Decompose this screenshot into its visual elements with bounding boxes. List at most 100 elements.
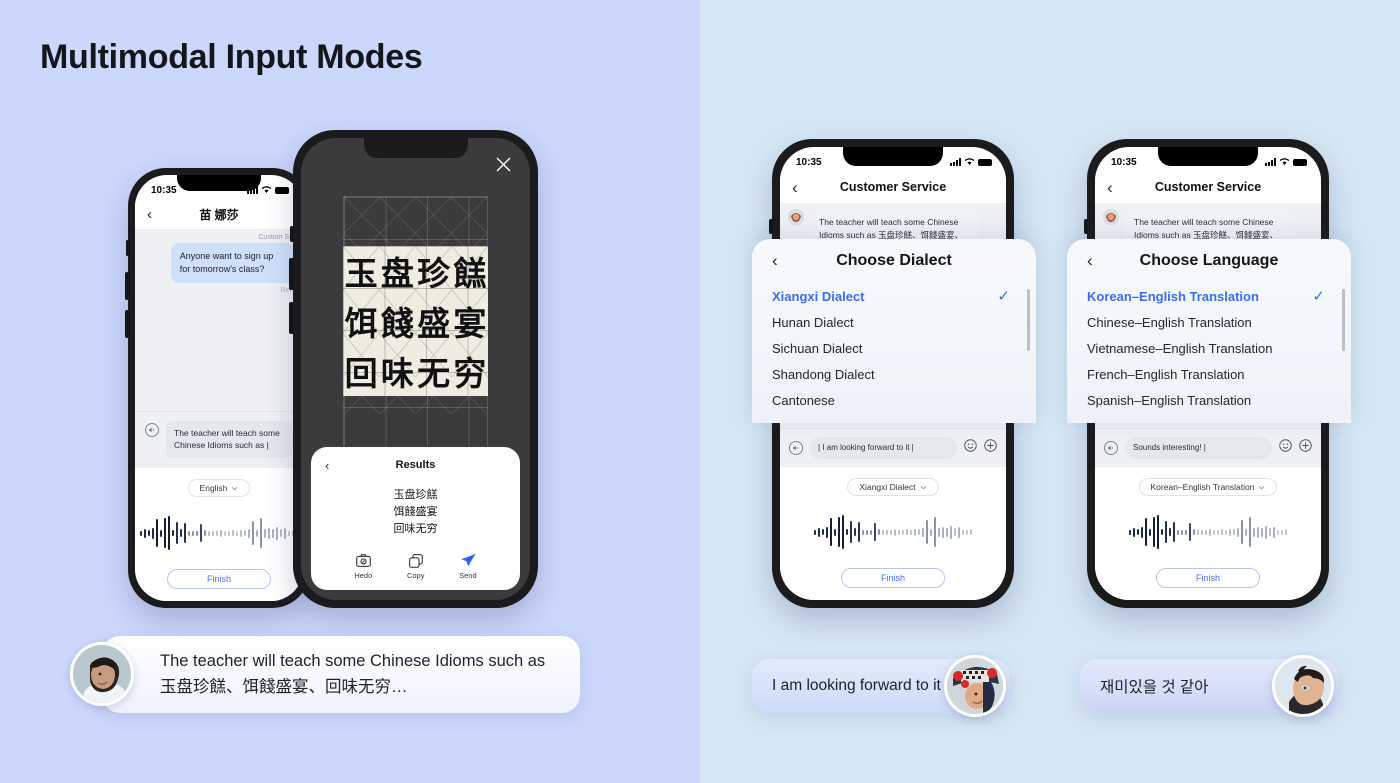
back-button[interactable]: ‹ [792, 179, 810, 196]
choose-language-sheet: ‹ Choose Language Korean–English Transla… [1067, 239, 1351, 423]
hanzi-cell: 餻 [453, 254, 487, 293]
dialect-option-label: Shandong Dialect [772, 366, 875, 382]
callout-text: The teacher will teach some Chinese Idio… [160, 652, 546, 697]
phone-volume-up [125, 272, 129, 300]
language-option[interactable]: Spanish–English Translation [1067, 387, 1351, 413]
camera-icon [354, 551, 372, 570]
sheet-back-button[interactable]: ‹ [772, 251, 778, 271]
hanzi-cell: 盛 [417, 304, 451, 343]
audio-waveform [135, 511, 303, 555]
signal-icon [950, 158, 961, 166]
status-icons [1265, 158, 1307, 166]
girl-hmong-hat-avatar-image [947, 658, 1003, 714]
phone-mute-switch-dialect [769, 219, 773, 234]
send-action[interactable]: Send [459, 551, 477, 580]
back-button[interactable]: ‹ [1107, 179, 1125, 196]
hanzi-cell: 回 [344, 354, 378, 393]
status-time: 10:35 [151, 184, 177, 196]
audio-waveform [780, 510, 1006, 554]
phone-volume-up-dark [289, 258, 294, 290]
finish-button[interactable]: Finish [167, 569, 271, 589]
sheet-back-button[interactable]: ‹ [1087, 251, 1093, 271]
phone-volume-down-dark [289, 302, 294, 334]
phone-notch [177, 175, 261, 191]
redo-label: Hedo [354, 571, 373, 580]
chevron-down-icon [1259, 485, 1265, 489]
check-icon: ✓ [1312, 288, 1325, 305]
language-option[interactable]: French–English Translation [1067, 361, 1351, 387]
audio-waveform [1095, 510, 1321, 554]
dialect-option[interactable]: Shandong Dialect [752, 361, 1036, 387]
plus-icon[interactable] [1299, 439, 1312, 457]
scrollbar[interactable] [1342, 289, 1345, 351]
dialect-option[interactable]: Sichuan Dialect [752, 335, 1036, 361]
man-avatar-image [1275, 658, 1331, 714]
dialect-option[interactable]: Xiangxi Dialect ✓ [752, 283, 1036, 309]
hanzi-cell: 珍 [417, 254, 451, 293]
chat-navbar: ‹ 苗 娜莎 [135, 199, 303, 229]
chat-composer: The teacher will teach some Chinese Idio… [135, 410, 303, 468]
chat-title: Customer Service [1154, 180, 1262, 194]
callout-right: 재미있을 것 같아 [1080, 655, 1338, 717]
language-option[interactable]: Vietnamese–English Translation [1067, 335, 1351, 361]
phone-notch-dialect [843, 147, 943, 166]
copy-label: Copy [406, 571, 425, 580]
dialect-option[interactable]: Hunan Dialect [752, 309, 1036, 335]
chat-title: Customer Service [839, 180, 947, 194]
language-chip-label: English [199, 483, 228, 493]
results-actions: Hedo Copy Send [311, 549, 520, 580]
voice-panel-dialect: Xiangxi Dialect Finish [780, 467, 1006, 600]
hanzi-cell: 宴 [453, 304, 487, 343]
hanzi-cell: 无 [417, 354, 451, 393]
chat-meta-bottom: Rec [280, 287, 293, 295]
speaker-icon[interactable] [145, 422, 159, 437]
composer-text[interactable]: The teacher will teach some Chinese Idio… [166, 420, 293, 458]
close-icon[interactable] [495, 156, 512, 177]
results-back-button[interactable]: ‹ [325, 458, 329, 473]
hanzi-cell: 味 [380, 354, 414, 393]
voice-panel-language: Korean–English Translation Finish [1095, 467, 1321, 600]
language-option[interactable]: Chinese–English Translation [1067, 309, 1351, 335]
language-option-label: Chinese–English Translation [1087, 314, 1252, 330]
phone-notch-language [1158, 147, 1258, 166]
scrollbar[interactable] [1027, 289, 1030, 351]
callout-text: I am looking forward to it [772, 677, 941, 694]
dialect-option[interactable]: Cantonese [752, 387, 1036, 413]
dialect-chip[interactable]: Xiangxi Dialect [847, 478, 939, 496]
phone-volume-down [125, 310, 129, 338]
composer-text[interactable]: Sounds interesting! | [1125, 437, 1272, 459]
language-composer: Sounds interesting! | [1095, 428, 1321, 467]
choose-dialect-sheet: ‹ Choose Dialect Xiangxi Dialect ✓ Hunan… [752, 239, 1036, 423]
dialect-composer: | I am looking forward to it | [780, 428, 1006, 467]
language-option-label: Spanish–English Translation [1087, 392, 1252, 408]
battery-icon [1293, 158, 1307, 166]
signal-icon [1265, 158, 1276, 166]
hanzi-cell: 穷 [453, 354, 487, 393]
chat-thread: Custom Se Anyone want to sign up for tom… [135, 229, 303, 411]
status-time: 10:35 [1111, 156, 1137, 168]
finish-button[interactable]: Finish [1156, 568, 1260, 588]
speaker-icon[interactable] [789, 441, 803, 455]
battery-icon [275, 186, 289, 194]
avatar-small [788, 209, 804, 225]
smiley-icon[interactable] [964, 439, 977, 457]
plus-icon[interactable] [984, 439, 997, 457]
smiley-icon[interactable] [1279, 439, 1292, 457]
finish-button[interactable]: Finish [841, 568, 945, 588]
language-option-label: French–English Translation [1087, 366, 1245, 382]
language-chip[interactable]: English [187, 479, 251, 497]
handwriting-paper: 玉 盘 珍 餻 饵 餞 盛 宴 回 味 无 穷 [343, 246, 488, 396]
copy-action[interactable]: Copy [406, 551, 425, 580]
back-button[interactable]: ‹ [147, 207, 165, 222]
speaker-icon[interactable] [1104, 441, 1118, 455]
redo-action[interactable]: Hedo [354, 551, 372, 580]
send-label: Send [459, 571, 477, 580]
language-list: Korean–English Translation ✓ Chinese–Eng… [1067, 283, 1351, 421]
composer-text[interactable]: | I am looking forward to it | [810, 437, 957, 459]
chat-bubble-outgoing: Anyone want to sign up for tomorrow's cl… [170, 243, 295, 284]
chat-meta-top: Custom Se [258, 234, 293, 241]
recognized-line: 玉盘珍餻 [393, 487, 438, 501]
recognized-text: 玉盘珍餻 饵餞盛宴 回味无穷 [311, 475, 520, 549]
translation-chip[interactable]: Korean–English Translation [1138, 478, 1278, 496]
language-option[interactable]: Korean–English Translation ✓ [1067, 283, 1351, 309]
